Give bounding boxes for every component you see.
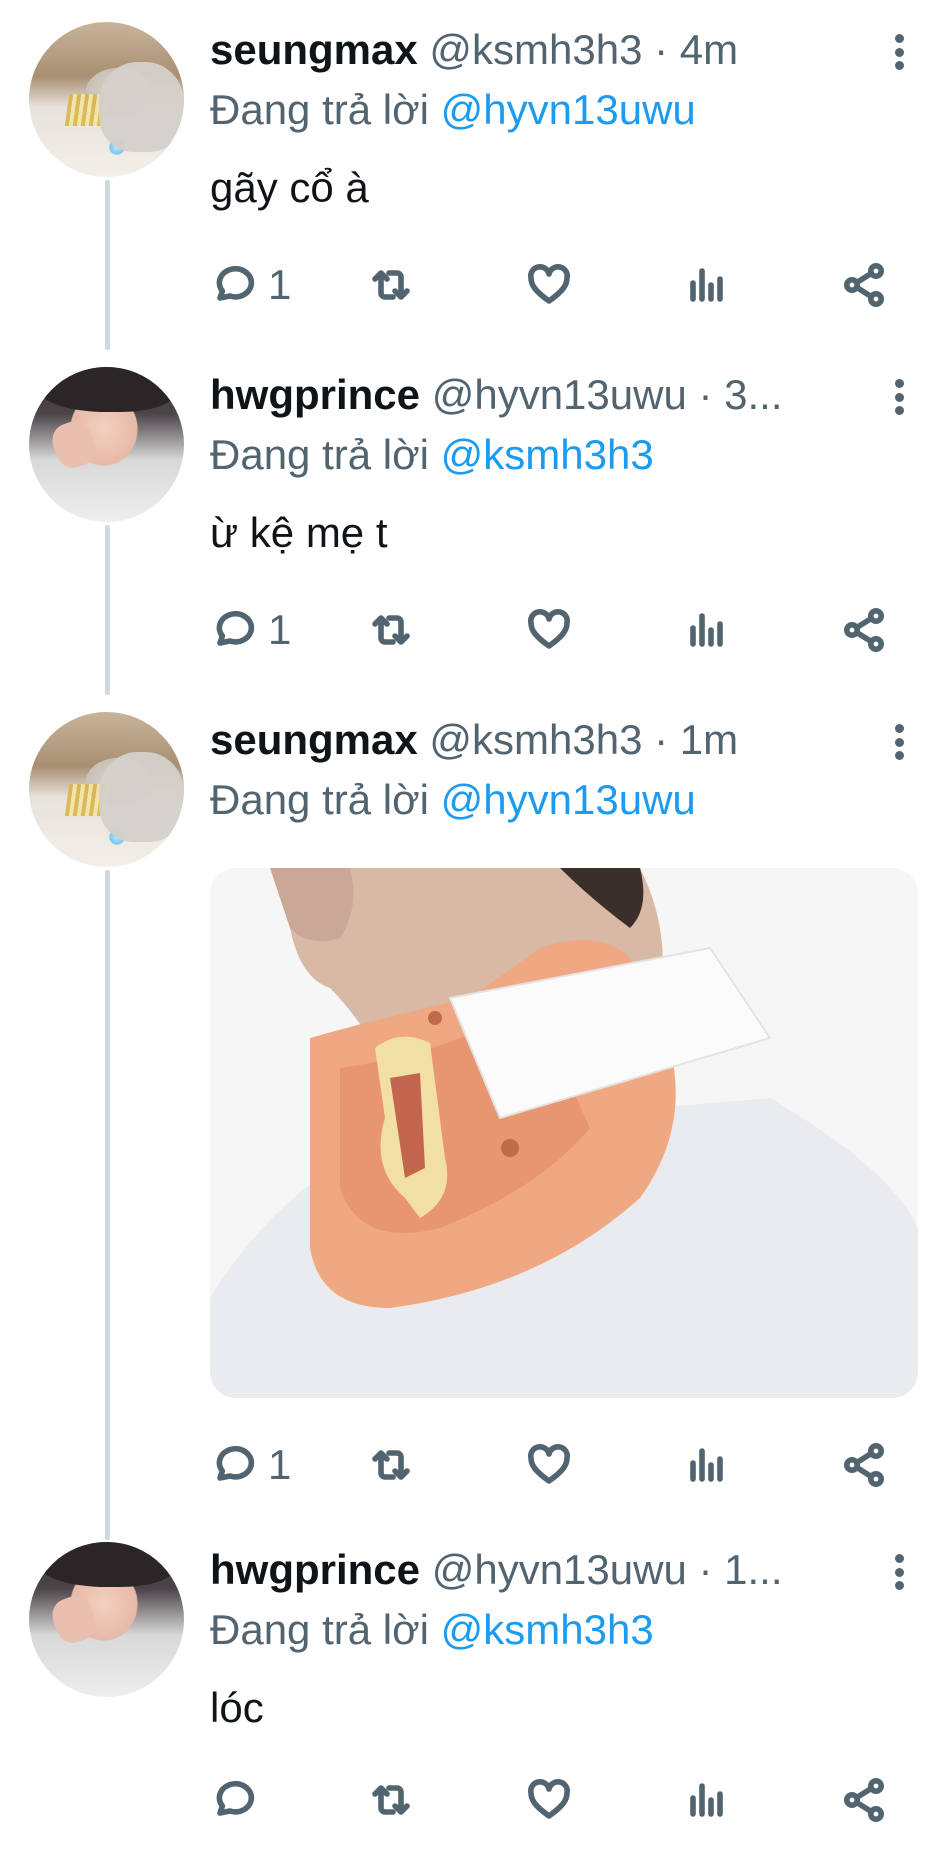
reply-icon bbox=[216, 266, 255, 301]
share-button[interactable] bbox=[840, 600, 888, 660]
like-button[interactable] bbox=[525, 255, 573, 315]
tweet-header: hwgprince @hyvn13uwu · 1... bbox=[210, 1544, 860, 1596]
more-icon bbox=[894, 34, 904, 43]
reply-button[interactable]: 1 bbox=[210, 600, 291, 660]
more-button[interactable] bbox=[884, 1548, 914, 1596]
replying-to: Đang trả lời @hyvn13uwu bbox=[210, 84, 696, 136]
reply-button[interactable]: 1 bbox=[210, 1435, 291, 1495]
display-name[interactable]: hwgprince bbox=[210, 1546, 420, 1593]
share-button[interactable] bbox=[840, 255, 888, 315]
more-icon bbox=[894, 724, 904, 733]
replying-to-label: Đang trả lời bbox=[210, 431, 441, 478]
analytics-button[interactable] bbox=[683, 255, 731, 315]
tweet-actions: 1 bbox=[0, 255, 949, 315]
share-icon bbox=[844, 1443, 884, 1487]
heart-icon bbox=[527, 1778, 571, 1819]
analytics-button[interactable] bbox=[683, 1770, 731, 1830]
heart-icon bbox=[527, 608, 571, 649]
replying-to: Đang trả lời @hyvn13uwu bbox=[210, 774, 696, 826]
tweet-actions: 1 bbox=[0, 600, 949, 660]
more-button[interactable] bbox=[884, 718, 914, 766]
like-button[interactable] bbox=[525, 1435, 573, 1495]
display-name[interactable]: seungmax bbox=[210, 716, 418, 763]
mention-link[interactable]: @ksmh3h3 bbox=[441, 431, 654, 478]
more-button[interactable] bbox=[884, 373, 914, 421]
handle-time: @ksmh3h3 · 4m bbox=[429, 26, 739, 73]
reply-count: 1 bbox=[268, 606, 292, 653]
replying-to: Đang trả lời @ksmh3h3 bbox=[210, 1604, 654, 1656]
analytics-icon bbox=[690, 1448, 723, 1482]
reply-count: 1 bbox=[268, 261, 292, 308]
retweet-icon bbox=[372, 1785, 410, 1815]
tweet-text: gãy cổ à bbox=[210, 164, 369, 211]
share-button[interactable] bbox=[840, 1435, 888, 1495]
tweet-actions: 1 bbox=[0, 1435, 949, 1495]
replying-to-label: Đang trả lời bbox=[210, 1606, 441, 1653]
tweet[interactable]: hwgprince @hyvn13uwu · 3... Đang trả lời… bbox=[0, 345, 949, 690]
retweet-icon bbox=[372, 1450, 410, 1480]
reply-icon bbox=[216, 1781, 255, 1816]
mention-link[interactable]: @hyvn13uwu bbox=[441, 86, 696, 133]
retweet-button[interactable] bbox=[367, 1770, 415, 1830]
tweet[interactable]: seungmax @ksmh3h3 · 4m Đang trả lời @hyv… bbox=[0, 0, 949, 345]
tweet-header: seungmax @ksmh3h3 · 1m bbox=[210, 714, 860, 766]
tweet-text: ừ kệ mẹ t bbox=[210, 509, 388, 556]
tweet-header: hwgprince @hyvn13uwu · 3... bbox=[210, 369, 860, 421]
retweet-icon bbox=[372, 270, 410, 300]
more-icon bbox=[894, 1554, 904, 1563]
handle-time: @ksmh3h3 · 1m bbox=[429, 716, 739, 763]
replying-to-label: Đang trả lời bbox=[210, 86, 441, 133]
display-name[interactable]: hwgprince bbox=[210, 371, 420, 418]
avatar[interactable] bbox=[29, 712, 184, 867]
tweet[interactable]: hwgprince @hyvn13uwu · 1... Đang trả lời… bbox=[0, 1530, 949, 1850]
like-button[interactable] bbox=[525, 1770, 573, 1830]
heart-icon bbox=[527, 1443, 571, 1484]
analytics-icon bbox=[690, 613, 723, 647]
retweet-button[interactable] bbox=[367, 1435, 415, 1495]
reply-icon bbox=[216, 611, 255, 646]
analytics-button[interactable] bbox=[683, 1435, 731, 1495]
analytics-icon bbox=[690, 1783, 723, 1817]
analytics-button[interactable] bbox=[683, 600, 731, 660]
tweet-media-image[interactable] bbox=[210, 868, 918, 1398]
display-name[interactable]: seungmax bbox=[210, 26, 418, 73]
reply-count: 1 bbox=[268, 1441, 292, 1488]
heart-icon bbox=[527, 263, 571, 304]
share-button[interactable] bbox=[840, 1770, 888, 1830]
handle-time: @hyvn13uwu · 3... bbox=[431, 371, 783, 418]
tweet-text: lóc bbox=[210, 1684, 264, 1731]
retweet-button[interactable] bbox=[367, 255, 415, 315]
tweet-header: seungmax @ksmh3h3 · 4m bbox=[210, 24, 860, 76]
avatar[interactable] bbox=[29, 367, 184, 522]
avatar[interactable] bbox=[29, 1542, 184, 1697]
like-button[interactable] bbox=[525, 600, 573, 660]
mention-link[interactable]: @ksmh3h3 bbox=[441, 1606, 654, 1653]
handle-time: @hyvn13uwu · 1... bbox=[431, 1546, 783, 1593]
share-icon bbox=[844, 608, 884, 652]
share-icon bbox=[844, 1778, 884, 1822]
reply-button[interactable] bbox=[210, 1770, 268, 1830]
analytics-icon bbox=[690, 268, 723, 302]
retweet-button[interactable] bbox=[367, 600, 415, 660]
neck-brace-photo bbox=[210, 868, 918, 1398]
reply-icon bbox=[216, 1446, 255, 1481]
reply-button[interactable]: 1 bbox=[210, 255, 291, 315]
retweet-icon bbox=[372, 615, 410, 645]
avatar[interactable] bbox=[29, 22, 184, 177]
tweet-actions bbox=[0, 1770, 949, 1830]
replying-to: Đang trả lời @ksmh3h3 bbox=[210, 429, 654, 481]
share-icon bbox=[844, 263, 884, 307]
more-button[interactable] bbox=[884, 28, 914, 76]
mention-link[interactable]: @hyvn13uwu bbox=[441, 776, 696, 823]
more-icon bbox=[894, 379, 904, 388]
replying-to-label: Đang trả lời bbox=[210, 776, 441, 823]
